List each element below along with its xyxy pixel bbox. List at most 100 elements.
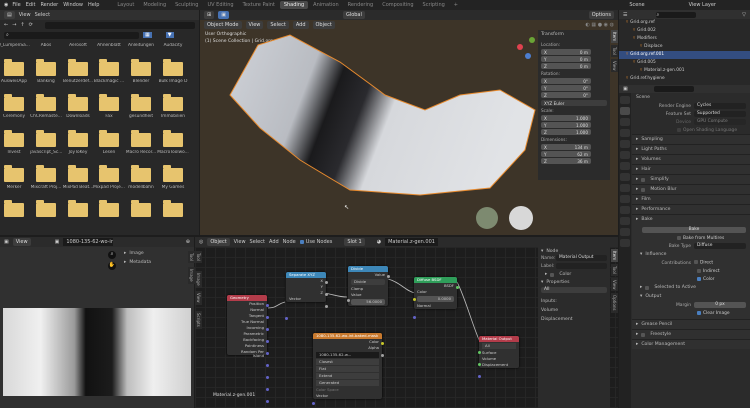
panel-grease-pencil[interactable]: ▸ Grease Pencil — [632, 319, 750, 329]
target-dropdown[interactable]: All — [541, 287, 607, 293]
tab-tool[interactable]: Tool — [611, 45, 618, 57]
folder-item[interactable]: Audacity — [160, 40, 186, 52]
location-z[interactable]: Z 0 m — [541, 63, 591, 69]
image-browse-icon[interactable]: ▣ — [55, 239, 60, 245]
socket[interactable] — [311, 402, 315, 405]
folder-item[interactable]: Bulk Image D — [159, 56, 187, 88]
folder-item[interactable]: Blender — [128, 56, 154, 88]
tab-view[interactable]: View — [611, 58, 618, 73]
folder-item[interactable]: 0_LumpenSa... — [0, 40, 30, 52]
filter-icon[interactable]: ▽ — [742, 12, 746, 18]
operation-dropdown[interactable]: Divide — [351, 279, 385, 285]
direct-checkbox[interactable]: Direct — [694, 260, 713, 266]
menu-view[interactable]: View — [12, 238, 31, 246]
rotation-mode-dropdown[interactable]: XYZ Euler — [541, 100, 607, 106]
outliner-item[interactable]: ▿ Grid.002 — [619, 27, 750, 35]
device-dropdown[interactable]: GPU Compute — [694, 119, 746, 125]
render-tab-icon[interactable] — [620, 107, 630, 115]
3d-viewport[interactable]: ⊞ ▣ Global Options Object Mode View Sele… — [200, 10, 618, 235]
panel-light-paths[interactable]: ▸ Light Paths — [632, 144, 750, 154]
outliner-item[interactable]: ▿ Modifiers — [619, 35, 750, 43]
source-dropdown[interactable]: Generated — [316, 380, 379, 386]
dimensions-y[interactable]: Y 62 m — [541, 151, 591, 157]
folder-item[interactable]: ChCRemaste... — [30, 91, 62, 123]
folder-item[interactable]: Ahnenblatt — [96, 40, 122, 52]
path-input[interactable] — [44, 21, 195, 29]
tab-workspace-compositing[interactable]: Compositing — [378, 1, 417, 9]
panel-freestyle[interactable]: ▸ Freestyle — [632, 329, 750, 339]
socket[interactable] — [265, 340, 269, 343]
folder-item[interactable]: Abos — [33, 40, 59, 52]
socket[interactable] — [284, 317, 288, 320]
filter-icon[interactable]: ▼ — [165, 32, 174, 38]
panel-hair[interactable]: ▸ Hair — [632, 164, 750, 174]
rotation-x[interactable]: X 0° — [541, 78, 591, 84]
back-icon[interactable]: ← — [4, 22, 8, 28]
folder-item[interactable]: Merker — [1, 162, 27, 194]
image-name-field[interactable]: 1080-135-62-wo-int... — [63, 238, 114, 246]
node-image[interactable]: 1080-135-62-wo-int-baked-mask Color Alpha 1… — [311, 333, 384, 405]
color-subpanel[interactable]: ▸ Color — [541, 270, 607, 279]
tab-workspace-sculpting[interactable]: Sculpting — [171, 1, 202, 9]
location-y[interactable]: Y 0 m — [541, 56, 591, 62]
panel-volumes[interactable]: ▸ Volumes — [632, 154, 750, 164]
socket[interactable] — [386, 275, 390, 278]
folder-item[interactable]: Mixcraft Proj... — [31, 162, 61, 194]
roughness-field[interactable]: 0.0000 — [417, 296, 454, 302]
zoom-icon[interactable]: ⌕ — [108, 251, 116, 259]
panel-sampling[interactable]: ▸ Sampling — [632, 134, 750, 144]
scale-y[interactable]: Y 1.000 — [541, 122, 591, 128]
bake-type-dropdown[interactable]: Diffuse — [694, 243, 746, 249]
node-geometry[interactable]: Geometry Position Normal Tangent True Normal… — [227, 295, 269, 403]
socket[interactable] — [477, 375, 481, 378]
checkbox[interactable] — [641, 332, 646, 337]
material-tab-icon[interactable] — [620, 228, 630, 236]
tab-workspace-rendering[interactable]: Rendering — [344, 1, 378, 9]
tab-image[interactable]: Image — [188, 267, 195, 284]
folder-item[interactable]: Anleitungen — [128, 40, 154, 52]
socket[interactable] — [380, 354, 384, 357]
folder-item[interactable]: modellbahn — [128, 162, 154, 194]
tab-workspace-animation[interactable]: Animation — [309, 1, 343, 9]
socket[interactable] — [265, 376, 269, 379]
data-tab-icon[interactable] — [620, 217, 630, 225]
socket[interactable] — [477, 363, 481, 366]
menu-view[interactable]: View — [19, 12, 31, 18]
socket[interactable] — [265, 316, 269, 319]
feature-set-dropdown[interactable]: Supported — [694, 111, 746, 117]
folder-item[interactable]: My Games — [160, 162, 186, 194]
output-subpanel[interactable]: ▾ Output — [632, 292, 750, 301]
outliner-search[interactable]: ⌕ — [656, 11, 697, 18]
dimensions-z[interactable]: Z 36 m — [541, 158, 591, 164]
tool-tab-icon[interactable] — [620, 96, 630, 104]
pin-icon[interactable]: ⊕ — [186, 239, 190, 245]
socket[interactable] — [477, 351, 481, 354]
folder-item[interactable]: Blackmagic ... — [94, 56, 124, 88]
socket[interactable] — [324, 281, 328, 284]
folder-item[interactable] — [160, 197, 186, 229]
editor-type-button[interactable]: ▣ — [4, 239, 9, 245]
forward-icon[interactable]: → — [12, 22, 16, 28]
hand-icon[interactable]: ✋ — [108, 262, 116, 270]
menu-select[interactable]: Select — [35, 12, 50, 18]
node-separate[interactable]: Separate XYZ X Y Z Vector — [284, 272, 328, 320]
physics-tab-icon[interactable] — [620, 195, 630, 203]
folder-item[interactable]: Downloads — [65, 91, 91, 123]
outliner-item[interactable]: ▿ Material.z-gen.001 — [619, 67, 750, 75]
tab-workspace-scripting[interactable]: Scripting — [419, 1, 449, 9]
margin-field[interactable]: 0 px — [694, 302, 746, 308]
tab-workspace-uv-editing[interactable]: UV Editing — [203, 1, 237, 9]
socket[interactable] — [412, 298, 416, 301]
folder-item[interactable]: Macro Recor... — [126, 127, 156, 159]
folder-item[interactable]: Mixpad Proje... — [93, 162, 125, 194]
tab-tool[interactable]: Tool — [611, 264, 618, 276]
socket[interactable] — [265, 352, 269, 355]
folder-item[interactable]: AusweisApp — [1, 56, 27, 88]
folder-item[interactable]: Ceremony — [1, 91, 27, 123]
socket[interactable] — [455, 286, 459, 289]
tab-workspace--[interactable]: + — [450, 1, 462, 9]
indirect-checkbox[interactable]: Indirect — [632, 267, 750, 275]
extension-dropdown[interactable]: Extend — [316, 373, 379, 379]
folder-item[interactable]: Immobilien — [160, 91, 186, 123]
color-checkbox[interactable]: Color — [632, 275, 750, 283]
